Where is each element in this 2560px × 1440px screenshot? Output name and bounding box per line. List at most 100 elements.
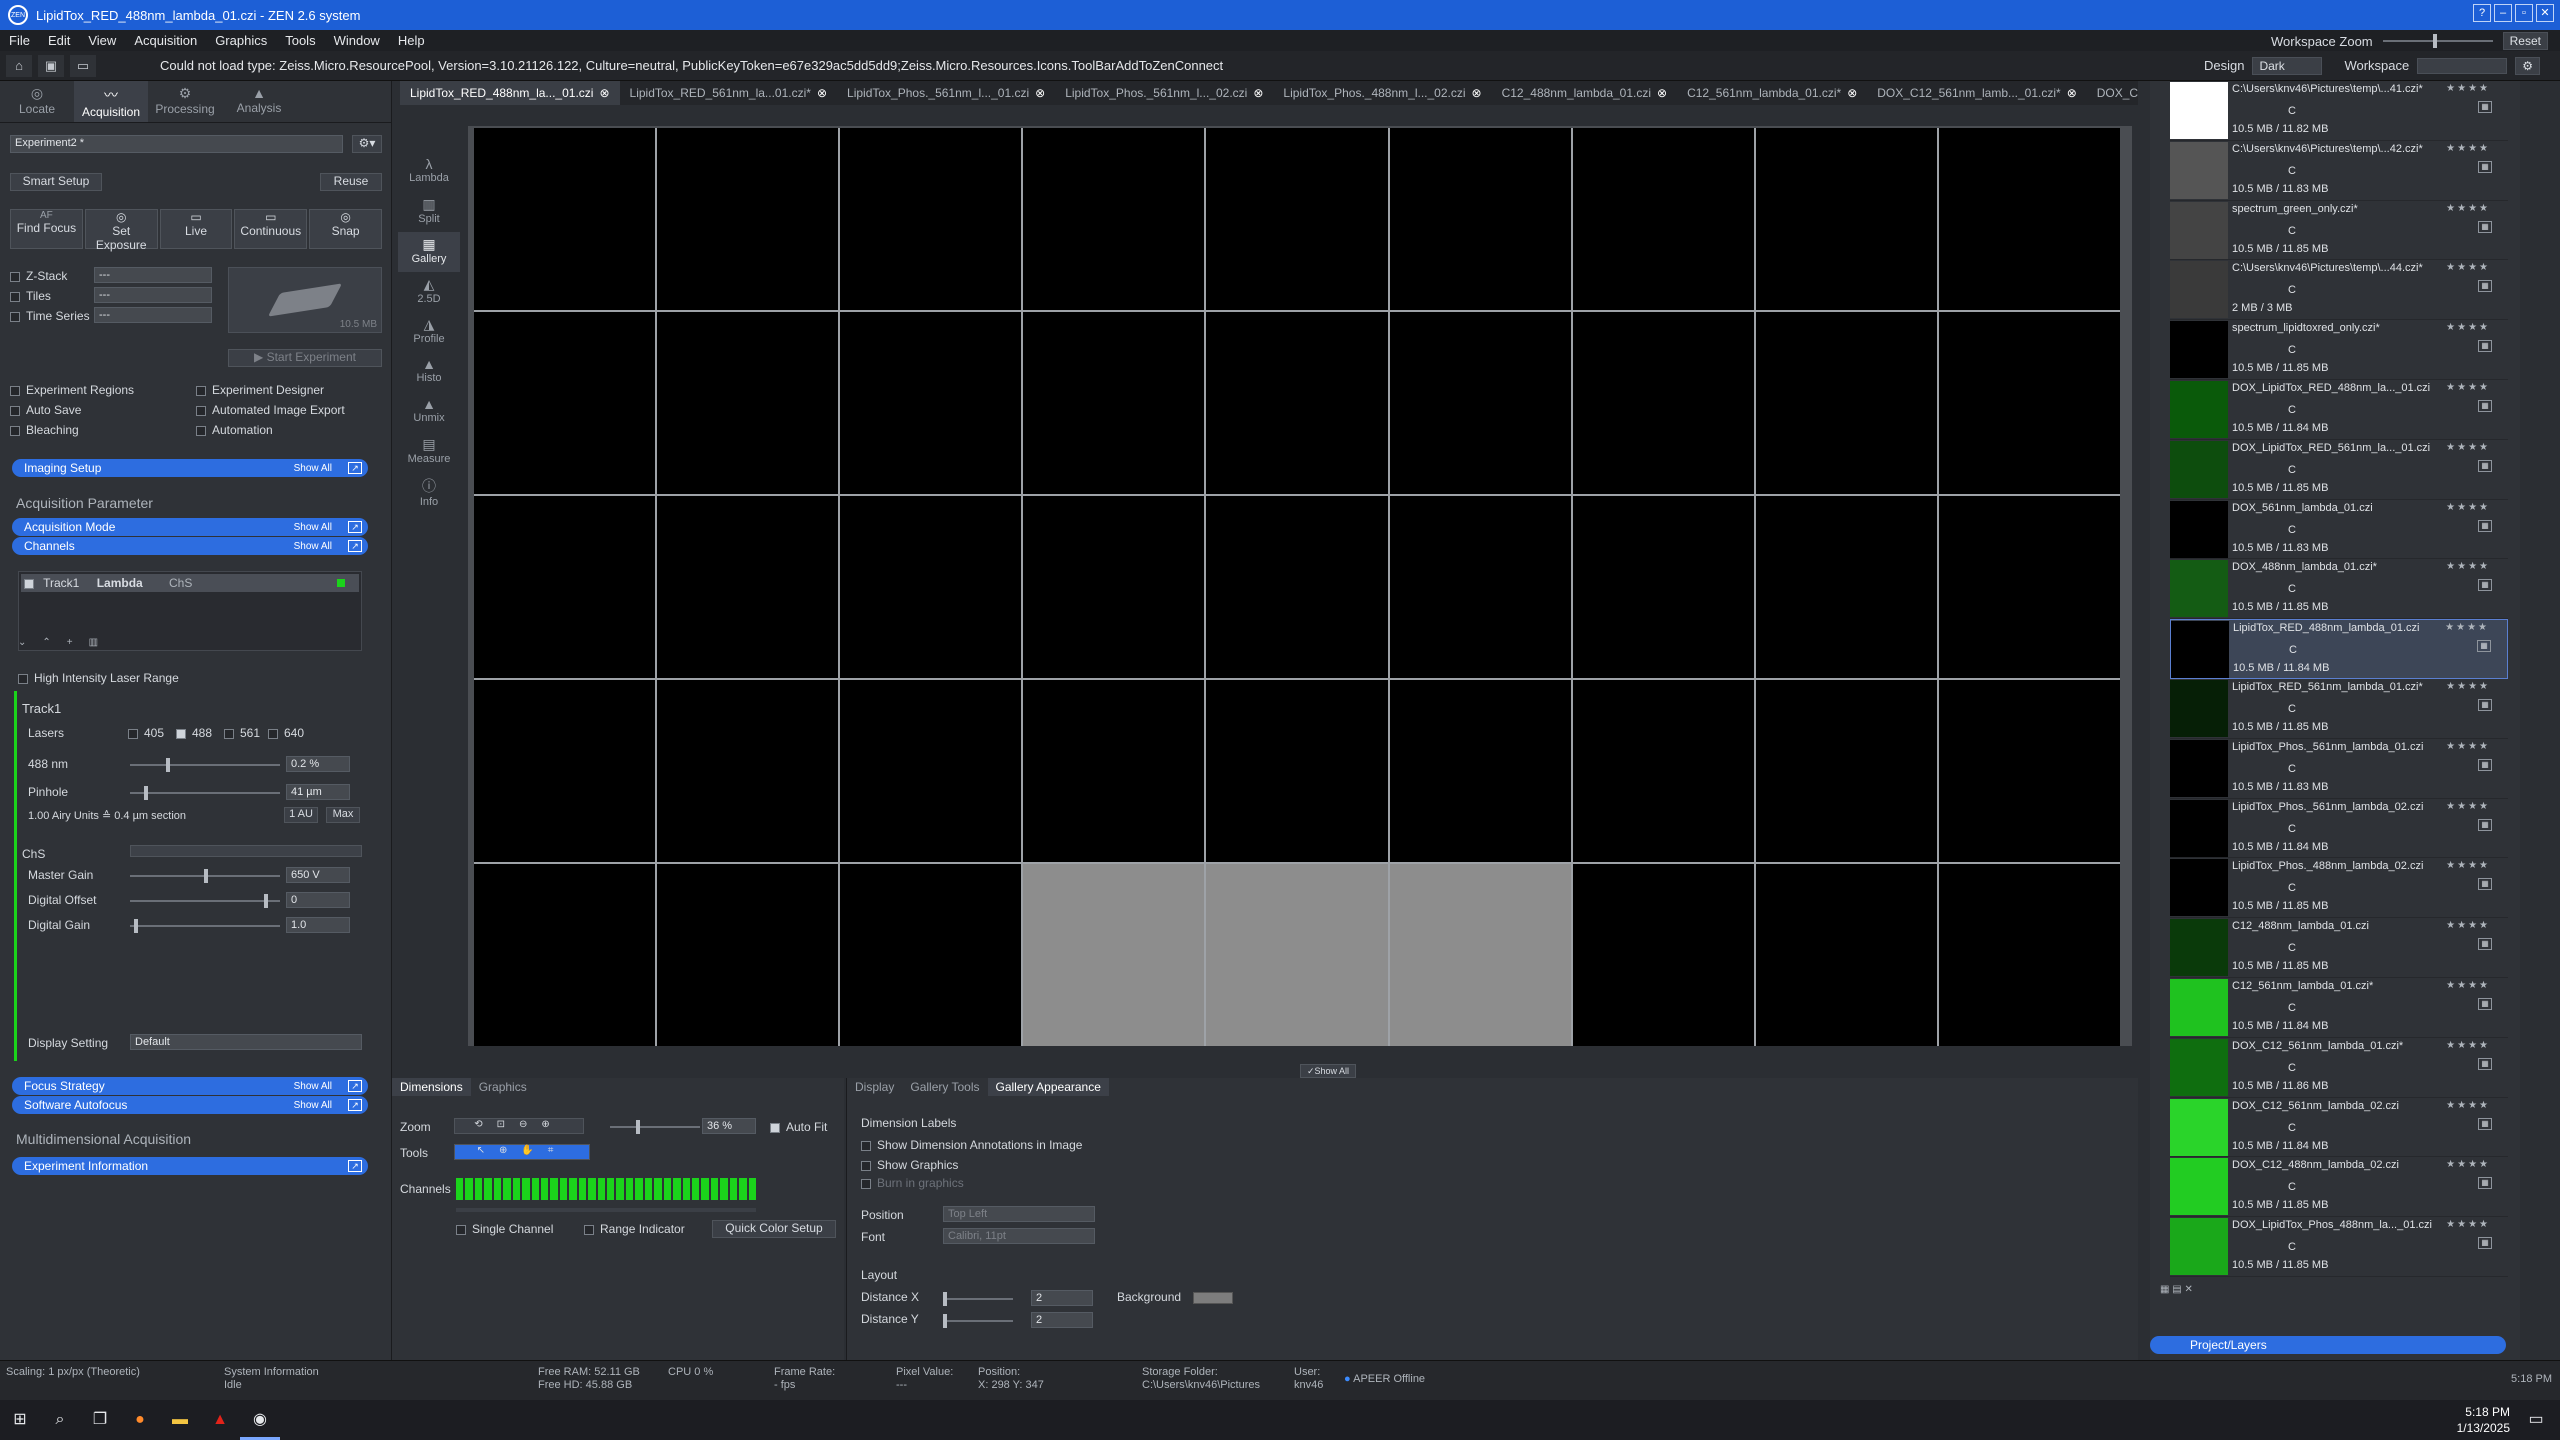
master-gain-slider[interactable] bbox=[130, 869, 280, 883]
continuous-button[interactable]: ▭ Continuous bbox=[234, 209, 308, 249]
file-list-item[interactable]: DOX_561nm_lambda_01.czi ★★★★ C ▦ 10.5 MB / 1… bbox=[2170, 500, 2508, 560]
track-checkbox[interactable] bbox=[24, 578, 34, 589]
channel-swatch[interactable] bbox=[663, 1178, 672, 1200]
gallery-cell[interactable] bbox=[1938, 312, 2120, 494]
doc-tab[interactable]: C12_561nm_lambda_01.czi* ⊗ bbox=[1677, 81, 1867, 105]
close-icon[interactable]: ⊗ bbox=[1657, 86, 1667, 100]
channels-header[interactable]: Channels Show All ↗ bbox=[12, 537, 368, 555]
experiment-information-header[interactable]: Experiment Information ↗ bbox=[12, 1157, 368, 1175]
zstack-checkbox[interactable]: Z-Stack bbox=[10, 269, 67, 283]
gallery-cell[interactable] bbox=[474, 128, 656, 310]
gallery-cell[interactable] bbox=[1755, 496, 1937, 678]
gallery-cell[interactable] bbox=[657, 680, 839, 862]
rating-stars[interactable]: ★★★★ bbox=[2446, 561, 2490, 572]
minimize-button[interactable]: – bbox=[2494, 4, 2512, 22]
gallery-cell[interactable] bbox=[1389, 680, 1571, 862]
tab-analysis[interactable]: ▲ Analysis bbox=[222, 81, 296, 122]
quick-color-setup-button[interactable]: Quick Color Setup bbox=[712, 1220, 836, 1238]
channel-swatch[interactable] bbox=[682, 1178, 690, 1200]
zoom-value[interactable]: 36 % bbox=[702, 1118, 756, 1134]
high-intensity-checkbox[interactable]: High Intensity Laser Range bbox=[18, 671, 179, 685]
experiment-selector[interactable]: Experiment2 * bbox=[10, 135, 343, 153]
rating-stars[interactable]: ★★★★ bbox=[2445, 622, 2489, 633]
rating-stars[interactable]: ★★★★ bbox=[2446, 1100, 2490, 1111]
gallery-cell[interactable] bbox=[1938, 496, 2120, 678]
gallery-cell[interactable] bbox=[1572, 496, 1754, 678]
menu-edit[interactable]: Edit bbox=[39, 33, 79, 48]
gallery-cell[interactable] bbox=[1389, 128, 1571, 310]
gallery-cell[interactable] bbox=[1389, 864, 1571, 1046]
software-autofocus-header[interactable]: Software Autofocus Show All ↗ bbox=[12, 1096, 368, 1114]
gallery-cell[interactable] bbox=[474, 496, 656, 678]
rating-stars[interactable]: ★★★★ bbox=[2446, 442, 2490, 453]
automation-checkbox[interactable]: Automation bbox=[196, 423, 273, 437]
zoom-buttons[interactable]: ⟲⊡⊖⊕ bbox=[454, 1118, 584, 1134]
channel-swatch[interactable] bbox=[465, 1178, 473, 1200]
menu-acquisition[interactable]: Acquisition bbox=[125, 33, 206, 48]
auto-save-checkbox[interactable]: Auto Save bbox=[10, 403, 81, 417]
automated-export-checkbox[interactable]: Automated Image Export bbox=[196, 403, 345, 417]
distance-y-value[interactable]: 2 bbox=[1031, 1312, 1093, 1328]
file-type-icon[interactable]: ▦ bbox=[2478, 1177, 2492, 1190]
rating-stars[interactable]: ★★★★ bbox=[2446, 143, 2490, 154]
gallery-cell[interactable] bbox=[1572, 864, 1754, 1046]
channel-swatch[interactable] bbox=[616, 1178, 624, 1200]
file-list-item[interactable]: DOX_C12_488nm_lambda_02.czi ★★★★ C ▦ 10.5 MB… bbox=[2170, 1157, 2508, 1218]
close-icon[interactable]: ⊗ bbox=[1253, 86, 1263, 100]
firefox-icon[interactable]: ● bbox=[120, 1400, 160, 1440]
gallery-cell[interactable] bbox=[1023, 312, 1205, 494]
storage-folder[interactable]: Storage Folder: C:\Users\knv46\Pictures bbox=[1142, 1366, 1260, 1392]
digital-offset-slider[interactable] bbox=[130, 894, 280, 908]
channel-scroll[interactable] bbox=[456, 1208, 756, 1212]
laser-488-checkbox[interactable]: 488 bbox=[176, 726, 212, 740]
rating-stars[interactable]: ★★★★ bbox=[2446, 1159, 2490, 1170]
file-type-icon[interactable]: ▦ bbox=[2478, 399, 2492, 412]
view-split[interactable]: ▥ Split bbox=[398, 192, 460, 232]
popout-icon[interactable]: ↗ bbox=[348, 521, 362, 533]
rating-stars[interactable]: ★★★★ bbox=[2446, 741, 2490, 752]
channel-swatch[interactable] bbox=[531, 1178, 539, 1200]
gallery-cell[interactable] bbox=[840, 496, 1022, 678]
channel-swatch[interactable] bbox=[456, 1178, 464, 1200]
file-type-icon[interactable]: ▦ bbox=[2478, 997, 2492, 1010]
file-list-item[interactable]: LipidTox_Phos._561nm_lambda_01.czi ★★★★ C ▦… bbox=[2170, 739, 2508, 799]
view-gallery[interactable]: ▦ Gallery bbox=[398, 232, 460, 272]
channel-swatch[interactable] bbox=[701, 1178, 709, 1200]
range-indicator-checkbox[interactable]: Range Indicator bbox=[584, 1222, 685, 1236]
laser-405-checkbox[interactable]: 405 bbox=[128, 726, 164, 740]
view-2-5d[interactable]: ◭ 2.5D bbox=[398, 272, 460, 312]
channel-swatch[interactable] bbox=[559, 1178, 568, 1200]
tiles-checkbox[interactable]: Tiles bbox=[10, 289, 51, 303]
file-list-item[interactable]: spectrum_green_only.czi* ★★★★ C ▦ 10.5 MB / … bbox=[2170, 201, 2508, 261]
laser-488-value[interactable]: 0.2 % bbox=[286, 756, 350, 772]
gallery-cell[interactable] bbox=[657, 312, 839, 494]
channel-swatch[interactable] bbox=[578, 1178, 587, 1200]
popout-icon[interactable]: ↗ bbox=[348, 462, 362, 474]
channel-strip[interactable] bbox=[456, 1178, 756, 1200]
imaging-setup-header[interactable]: Imaging Setup Show All ↗ bbox=[12, 459, 368, 477]
close-icon[interactable]: ⊗ bbox=[1035, 86, 1045, 100]
channel-swatch[interactable] bbox=[654, 1178, 662, 1200]
tab-display[interactable]: Display bbox=[847, 1078, 902, 1096]
popout-icon[interactable]: ↗ bbox=[348, 1099, 362, 1111]
rating-stars[interactable]: ★★★★ bbox=[2446, 681, 2490, 692]
font-dropdown[interactable]: Calibri, 11pt bbox=[943, 1228, 1095, 1244]
gallery-cell[interactable] bbox=[1755, 864, 1937, 1046]
doc-tab[interactable]: C12_488nm_lambda_01.czi ⊗ bbox=[1492, 81, 1678, 105]
doc-tab[interactable]: LipidTox_Phos._561nm_l..._01.czi ⊗ bbox=[837, 81, 1055, 105]
popout-icon[interactable]: ↗ bbox=[348, 1160, 362, 1172]
channel-swatch[interactable] bbox=[748, 1178, 756, 1200]
show-all-toggle[interactable]: ✓Show All bbox=[1300, 1064, 1356, 1078]
bleaching-checkbox[interactable]: Bleaching bbox=[10, 423, 79, 437]
gallery-cell[interactable] bbox=[657, 128, 839, 310]
file-type-icon[interactable]: ▦ bbox=[2478, 459, 2492, 472]
popout-icon[interactable]: ↗ bbox=[348, 540, 362, 552]
notifications-icon[interactable]: ▭ bbox=[2516, 1400, 2556, 1440]
doc-tab[interactable]: DOX_C12_561nm_lamb..._01.czi* ⊗ bbox=[1867, 81, 2087, 105]
channel-color-swatch[interactable] bbox=[337, 579, 345, 587]
image-viewer[interactable] bbox=[468, 126, 2132, 1046]
distance-x-value[interactable]: 2 bbox=[1031, 1290, 1093, 1306]
workspace-zoom-reset-button[interactable]: Reset bbox=[2502, 32, 2548, 50]
track-list-controls[interactable]: ⌄⌃+▥ bbox=[18, 637, 114, 648]
gallery-cell[interactable] bbox=[1755, 680, 1937, 862]
